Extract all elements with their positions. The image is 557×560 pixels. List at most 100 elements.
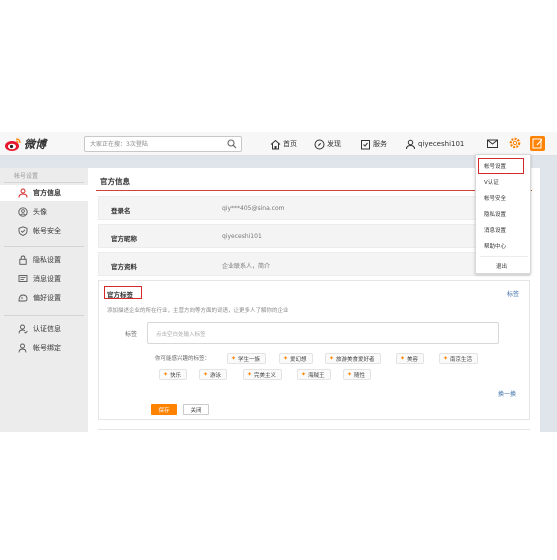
search-box[interactable]: 大家正在搜：3次登陆 bbox=[84, 136, 242, 152]
plus-icon: ✦ bbox=[231, 355, 237, 362]
row-label: 官方昵称 bbox=[111, 235, 137, 243]
suggested-tags-title: 你可能感兴趣的标签： bbox=[155, 356, 211, 362]
nav-discover-label: 发现 bbox=[327, 140, 341, 148]
tags-description: 添加描述企业的所在行业，主营方向等方面的词语，让更多人了解你的企业 bbox=[107, 308, 289, 314]
compose-button[interactable] bbox=[530, 136, 545, 151]
plus-icon: ✦ bbox=[163, 371, 169, 378]
suggested-tag[interactable]: ✦ 海贼王 bbox=[297, 369, 331, 380]
nav-home[interactable]: 首页 bbox=[270, 137, 297, 151]
sidebar-item-verification[interactable]: 认证信息 bbox=[0, 321, 88, 337]
row-value: qiy***405@sina.com bbox=[222, 205, 285, 212]
refresh-tags-link[interactable]: 换一换 bbox=[498, 389, 516, 398]
search-placeholder: 大家正在搜：3次登陆 bbox=[90, 141, 148, 148]
sidebar-item-label: 认证信息 bbox=[33, 325, 61, 333]
row-value: 企业联系人，简介 bbox=[222, 263, 271, 270]
suggested-tag-label: 海贼王 bbox=[308, 372, 325, 379]
suggested-tag-label: 随性 bbox=[354, 372, 366, 379]
gear-icon[interactable] bbox=[508, 136, 522, 150]
suggested-tag[interactable]: ✦ 随性 bbox=[343, 369, 372, 380]
menu-item-privacy[interactable]: 隐私设置 bbox=[476, 207, 532, 221]
menu-item-verification[interactable]: V认证 bbox=[476, 175, 532, 189]
search-icon[interactable] bbox=[227, 139, 237, 149]
plus-icon: ✦ bbox=[247, 371, 253, 378]
edit-icon bbox=[532, 138, 543, 149]
sidebar-item-label: 官方信息 bbox=[33, 189, 61, 197]
verify-icon bbox=[18, 324, 28, 334]
info-row-nickname: 官方昵称 qiyeceshi101 bbox=[98, 224, 530, 248]
user-icon bbox=[18, 188, 28, 198]
shield-icon bbox=[18, 226, 28, 236]
sidebar-divider bbox=[4, 315, 84, 316]
account-settings-highlight bbox=[478, 158, 524, 174]
menu-item-help-center[interactable]: 帮助中心 bbox=[476, 239, 532, 253]
tags-title-highlight bbox=[104, 286, 142, 299]
user-icon bbox=[406, 139, 415, 149]
sidebar-item-label: 帐号绑定 bbox=[33, 344, 61, 352]
suggested-tag-label: 学生一族 bbox=[238, 356, 261, 363]
suggested-tag[interactable]: ✦ 快乐 bbox=[159, 369, 188, 380]
settings-sidebar: 帐号设置 官方信息 头像 帐号安全 隐私设置 消息设置 偏好设置 认证信息 帐号… bbox=[0, 168, 88, 432]
sidebar-item-preferences[interactable]: 偏好设置 bbox=[0, 290, 88, 306]
page-title: 官方信息 bbox=[100, 177, 130, 186]
suggested-tag[interactable]: ✦ 完美主义 bbox=[243, 369, 283, 380]
compass-icon bbox=[314, 139, 325, 149]
suggested-tag-label: 爱幻想 bbox=[290, 356, 307, 363]
preference-icon bbox=[18, 294, 28, 302]
tag-input[interactable]: 点击空白处输入标签 bbox=[147, 322, 499, 344]
sidebar-item-label: 消息设置 bbox=[33, 275, 61, 283]
suggested-tag-label: 完美主义 bbox=[254, 372, 277, 379]
logo-text: 微博 bbox=[24, 138, 46, 151]
clipboard-icon bbox=[361, 139, 370, 149]
row-label: 官方资料 bbox=[111, 263, 137, 271]
sidebar-item-avatar[interactable]: 头像 bbox=[0, 204, 88, 220]
plus-icon: ✦ bbox=[283, 355, 289, 362]
suggested-tag-label: 快乐 bbox=[170, 372, 182, 379]
menu-item-message-settings[interactable]: 消息设置 bbox=[476, 223, 532, 237]
plus-icon: ✦ bbox=[301, 371, 307, 378]
weibo-logo[interactable]: 微博 bbox=[4, 135, 46, 153]
sidebar-item-label: 隐私设置 bbox=[33, 256, 61, 264]
info-row-profile[interactable]: 官方资料 企业联系人，简介 bbox=[98, 252, 530, 276]
official-tags-panel: 官方标签 标签 添加描述企业的所在行业，主营方向等方面的词语，让更多人了解你的企… bbox=[98, 280, 530, 420]
main-panel: 官方信息 登录名 qiy***405@sina.com 官方昵称 qiyeces… bbox=[88, 168, 540, 432]
tags-edit-link[interactable]: 标签 bbox=[507, 289, 519, 298]
info-row-login: 登录名 qiy***405@sina.com bbox=[98, 196, 530, 220]
sidebar-item-label: 帐号安全 bbox=[33, 227, 61, 235]
nav-home-label: 首页 bbox=[283, 140, 297, 148]
mail-icon[interactable] bbox=[486, 137, 499, 150]
suggested-tag[interactable]: ✦ 美容 bbox=[396, 353, 425, 364]
plus-icon: ✦ bbox=[329, 355, 335, 362]
suggested-tag[interactable]: ✦ 游泳 bbox=[199, 369, 228, 380]
tag-input-placeholder: 点击空白处输入标签 bbox=[156, 332, 206, 338]
suggested-tag[interactable]: ✦ 旅游美食爱好者 bbox=[325, 353, 381, 364]
plus-icon: ✦ bbox=[203, 371, 209, 378]
nav-service[interactable]: 服务 bbox=[360, 137, 387, 151]
suggested-tag-label: 旅游美食爱好者 bbox=[336, 356, 375, 363]
settings-dropdown-menu: 帐号设置 V认证 帐号安全 隐私设置 消息设置 帮助中心 退出 bbox=[475, 154, 531, 274]
menu-item-account-security[interactable]: 帐号安全 bbox=[476, 191, 532, 205]
bind-icon bbox=[18, 343, 27, 353]
sidebar-header: 帐号设置 bbox=[4, 171, 84, 183]
sidebar-item-messages[interactable]: 消息设置 bbox=[0, 271, 88, 287]
suggested-tag-label: 美容 bbox=[407, 356, 419, 363]
plus-icon: ✦ bbox=[347, 371, 353, 378]
suggested-tag[interactable]: ✦ 南京生活 bbox=[439, 353, 479, 364]
suggested-tag[interactable]: ✦ 爱幻想 bbox=[279, 353, 313, 364]
suggested-tag[interactable]: ✦ 学生一族 bbox=[227, 353, 267, 364]
tag-input-label: 标签 bbox=[125, 331, 138, 338]
home-icon bbox=[270, 139, 281, 149]
sidebar-item-privacy[interactable]: 隐私设置 bbox=[0, 252, 88, 268]
close-button[interactable]: 关闭 bbox=[183, 404, 209, 415]
menu-item-logout[interactable]: 退出 bbox=[476, 259, 532, 273]
row-value: qiyeceshi101 bbox=[222, 233, 262, 240]
sidebar-item-account-binding[interactable]: 帐号绑定 bbox=[0, 340, 88, 356]
save-button[interactable]: 保存 bbox=[151, 404, 177, 415]
suggested-tag-label: 游泳 bbox=[210, 372, 222, 379]
sidebar-divider bbox=[4, 246, 84, 247]
weibo-eye-icon bbox=[5, 137, 21, 151]
nav-discover[interactable]: 发现 bbox=[314, 137, 341, 151]
sidebar-item-official-info[interactable]: 官方信息 bbox=[0, 185, 88, 201]
nav-user[interactable]: qiyeceshi101 bbox=[405, 137, 464, 151]
title-underline bbox=[96, 190, 532, 191]
sidebar-item-account-security[interactable]: 帐号安全 bbox=[0, 223, 88, 239]
